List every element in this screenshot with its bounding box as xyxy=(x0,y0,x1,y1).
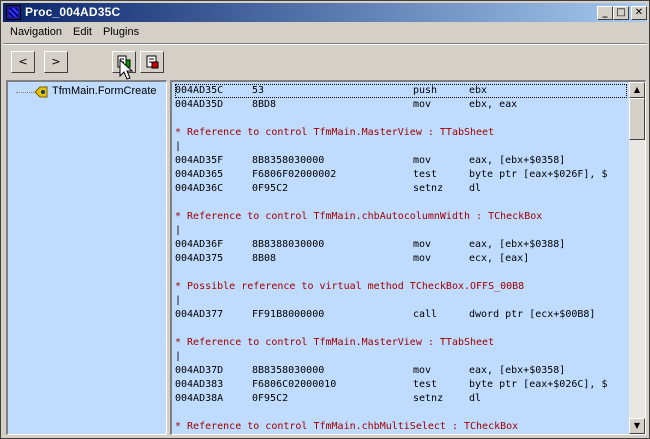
scroll-up-button[interactable]: ▲ xyxy=(629,82,645,98)
title-bar[interactable]: Proc_004AD35C _ □ ✕ xyxy=(3,3,647,22)
bookmark-button[interactable] xyxy=(140,51,164,73)
line-bytes: FF91B8000000 xyxy=(252,309,325,320)
code-branch-marker[interactable]: | xyxy=(175,140,627,154)
window-title: Proc_004AD35C xyxy=(25,5,121,19)
back-button[interactable]: < xyxy=(11,51,35,73)
code-line[interactable]: 004AD35C 53 push ebx xyxy=(175,84,627,98)
line-mnemonic: setnz xyxy=(413,393,444,404)
procedure-icon xyxy=(34,86,48,98)
line-operands: eax, [ebx+$0358] xyxy=(469,155,566,166)
scroll-down-button[interactable]: ▼ xyxy=(629,418,645,434)
scroll-thumb[interactable] xyxy=(629,98,645,140)
procedure-tree[interactable]: TfmMain.FormCreate xyxy=(6,80,167,435)
line-mnemonic: mov xyxy=(413,365,432,376)
line-operands: dl xyxy=(469,393,482,404)
code-branch-marker[interactable]: | xyxy=(175,350,627,364)
line-operands: eax, [ebx+$0388] xyxy=(469,239,566,250)
line-operands: dword ptr [ecx+$00B8] xyxy=(469,309,596,320)
line-bytes: 0F95C2 xyxy=(252,393,289,404)
line-operands: dl xyxy=(469,183,482,194)
menu-bar: Navigation Edit Plugins xyxy=(3,23,647,42)
code-line[interactable]: 004AD365 F6806F02000002 test byte ptr [eax+… xyxy=(175,168,627,182)
code-comment[interactable]: * Reference to control TfmMain.MasterVie… xyxy=(175,336,627,350)
toolbar-separator xyxy=(3,43,647,45)
line-address: 004AD36F xyxy=(175,239,224,250)
line-bytes: 0F95C2 xyxy=(252,183,289,194)
main-window: Proc_004AD35C _ □ ✕ Navigation Edit Plug… xyxy=(0,0,650,439)
mouse-cursor-icon xyxy=(119,59,134,80)
line-bytes: 53 xyxy=(252,85,265,96)
line-bytes: 8BD8 xyxy=(252,99,277,110)
line-mnemonic: push xyxy=(413,85,438,96)
line-mnemonic: test xyxy=(413,379,438,390)
code-comment[interactable]: * Reference to control TfmMain.chbAutoco… xyxy=(175,210,627,224)
code-view[interactable]: 004AD35C 53 push ebx 004AD35D 8BD8 mov ebx, eax… xyxy=(170,80,646,435)
vertical-scrollbar[interactable]: ▲ ▼ xyxy=(629,82,645,434)
menu-plugins[interactable]: Plugins xyxy=(103,26,139,38)
line-address: 004AD375 xyxy=(175,253,224,264)
line-address: 004AD38A xyxy=(175,393,224,404)
code-lines: 004AD35C 53 push ebx 004AD35D 8BD8 mov ebx, eax… xyxy=(175,84,627,434)
forward-button[interactable]: > xyxy=(44,51,68,73)
line-bytes: F6806F02000002 xyxy=(252,169,337,180)
line-operands: ebx, eax xyxy=(469,99,518,110)
tree-item-label: TfmMain.FormCreate xyxy=(52,85,157,97)
code-line[interactable]: 004AD36C 0F95C2 setnz dl xyxy=(175,182,627,196)
code-line[interactable]: 004AD375 8B08 mov ecx, [eax] xyxy=(175,252,627,266)
code-comment[interactable]: * Reference to control TfmMain.chbMultiS… xyxy=(175,420,627,434)
line-address: 004AD365 xyxy=(175,169,224,180)
code-line[interactable]: 004AD35D 8BD8 mov ebx, eax xyxy=(175,98,627,112)
app-icon xyxy=(6,5,21,20)
line-bytes: 8B8358030000 xyxy=(252,155,325,166)
minimize-button[interactable]: _ xyxy=(597,6,613,20)
line-mnemonic: mov xyxy=(413,155,432,166)
line-address: 004AD35D xyxy=(175,99,224,110)
line-mnemonic: setnz xyxy=(413,183,444,194)
line-operands: ecx, [eax] xyxy=(469,253,530,264)
line-mnemonic: call xyxy=(413,309,438,320)
menu-navigation[interactable]: Navigation xyxy=(10,26,62,38)
code-line[interactable]: 004AD383 F6806C02000010 test byte ptr [eax+… xyxy=(175,378,627,392)
code-line[interactable]: 004AD38A 0F95C2 setnz dl xyxy=(175,392,627,406)
line-mnemonic: test xyxy=(413,169,438,180)
line-operands: byte ptr [eax+$026C], $ xyxy=(469,379,608,390)
line-bytes: 8B08 xyxy=(252,253,277,264)
code-comment[interactable]: * Possible reference to virtual method T… xyxy=(175,280,627,294)
line-address: 004AD35C xyxy=(175,85,224,96)
code-line[interactable]: 004AD35F 8B8358030000 mov eax, [ebx+$0358] xyxy=(175,154,627,168)
line-operands: ebx xyxy=(469,85,488,96)
line-operands: byte ptr [eax+$026F], $ xyxy=(469,169,608,180)
bookmark-icon xyxy=(146,55,159,69)
line-mnemonic: mov xyxy=(413,253,432,264)
line-address: 004AD37D xyxy=(175,365,224,376)
close-button[interactable]: ✕ xyxy=(631,6,647,20)
menu-edit[interactable]: Edit xyxy=(73,26,92,38)
code-line[interactable]: 004AD377 FF91B8000000 call dword ptr [ecx+$… xyxy=(175,308,627,322)
code-comment[interactable]: * Reference to control TfmMain.MasterVie… xyxy=(175,126,627,140)
code-branch-marker[interactable]: | xyxy=(175,224,627,238)
line-mnemonic: mov xyxy=(413,99,432,110)
code-branch-marker[interactable]: | xyxy=(175,294,627,308)
maximize-button[interactable]: □ xyxy=(613,6,629,20)
line-operands: eax, [ebx+$0358] xyxy=(469,365,566,376)
line-mnemonic: mov xyxy=(413,239,432,250)
line-address: 004AD35F xyxy=(175,155,224,166)
code-line[interactable]: 004AD37D 8B8358030000 mov eax, [ebx+$0358] xyxy=(175,364,627,378)
line-address: 004AD36C xyxy=(175,183,224,194)
line-address: 004AD377 xyxy=(175,309,224,320)
line-bytes: 8B8358030000 xyxy=(252,365,325,376)
tree-connector xyxy=(16,92,34,93)
line-bytes: 8B8388030000 xyxy=(252,239,325,250)
line-bytes: F6806C02000010 xyxy=(252,379,337,390)
line-address: 004AD383 xyxy=(175,379,224,390)
code-line[interactable]: 004AD36F 8B8388030000 mov eax, [ebx+$0388] xyxy=(175,238,627,252)
